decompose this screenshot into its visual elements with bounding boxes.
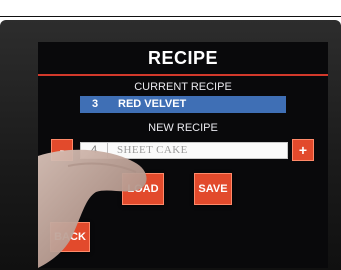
save-button[interactable]: SAVE bbox=[194, 173, 232, 205]
back-button[interactable]: BACK bbox=[50, 222, 90, 252]
screen-title: RECIPE bbox=[147, 48, 219, 68]
increment-button[interactable]: + bbox=[292, 139, 314, 161]
new-recipe-label: NEW RECIPE bbox=[148, 122, 218, 134]
load-button[interactable]: LOAD bbox=[122, 173, 164, 205]
top-border bbox=[0, 0, 341, 17]
new-recipe-number: 4 bbox=[81, 143, 108, 158]
new-recipe-field[interactable]: 4 SHEET CAKE bbox=[80, 142, 288, 159]
current-recipe-label: CURRENT RECIPE bbox=[134, 81, 232, 93]
current-recipe-number: 3 bbox=[91, 98, 99, 110]
new-recipe-name: SHEET CAKE bbox=[117, 144, 188, 156]
current-recipe-name: RED VELVET bbox=[118, 98, 187, 110]
touch-screen: RECIPE CURRENT RECIPE 3 RED VELVET NEW R… bbox=[38, 42, 328, 268]
title-divider bbox=[38, 74, 328, 76]
decrement-button[interactable]: - bbox=[51, 139, 73, 161]
current-recipe-row: 3 RED VELVET bbox=[80, 96, 286, 113]
